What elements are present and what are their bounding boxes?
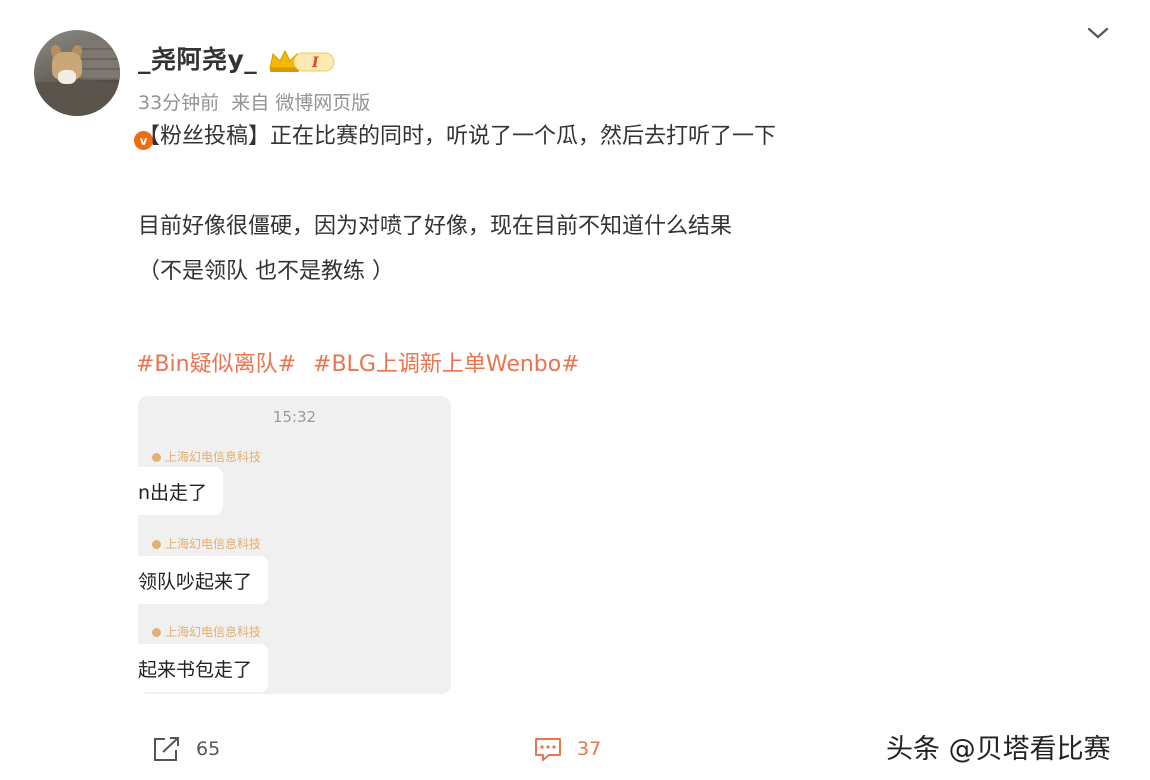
repost-count: 65 — [196, 738, 221, 760]
avatar-stairs — [80, 40, 120, 80]
post-meta: 33分钟前 来自 微博网页版 — [138, 88, 376, 115]
hashtag-row: #Bin疑似离队# #BLG上调新上单Wenbo# — [136, 346, 590, 378]
post-source: 来自 微博网页版 — [231, 92, 371, 114]
chat-timestamp: 15:32 — [272, 408, 317, 426]
sender-avatar-icon — [152, 453, 161, 462]
sender-avatar-icon — [152, 628, 161, 637]
vip-crown-badge-icon[interactable]: I — [268, 48, 336, 74]
avatar-floor — [34, 82, 120, 116]
post-image-chat-screenshot[interactable]: 15:32 上海幻电信息科技 n出走了 上海幻电信息科技 领队吵起来了 上海幻电… — [138, 396, 451, 694]
chat-bubble: n出走了 — [138, 467, 224, 515]
sender-avatar-icon — [152, 540, 161, 549]
avatar-dog-chest — [58, 70, 76, 84]
hashtag-link[interactable]: #Bin疑似离队# — [136, 352, 296, 377]
avatar[interactable]: v — [34, 30, 155, 152]
post-text-line: 【粉丝投稿】正在比赛的同时，听说了一个瓜，然后去打听了一下 — [138, 124, 777, 149]
comment-button[interactable]: 37 — [533, 734, 601, 764]
comment-icon — [535, 738, 561, 761]
watermark-text: 头条 @贝塔看比赛 — [886, 734, 1111, 765]
chevron-down-icon[interactable] — [1086, 24, 1110, 42]
post-text-line: （不是领队 也不是教练 ） — [138, 259, 394, 284]
hashtag-link[interactable]: #BLG上调新上单Wenbo# — [313, 352, 580, 377]
vip-level: I — [311, 55, 319, 71]
repost-icon — [154, 737, 179, 761]
post-time-link[interactable]: 33分钟前 — [138, 92, 219, 114]
avatar-photo — [34, 30, 120, 116]
chat-bubble: 领队吵起来了 — [138, 556, 269, 604]
chat-sender-label: 上海幻电信息科技 — [152, 448, 261, 465]
chat-bubble: 起来书包走了 — [138, 644, 269, 692]
comment-count: 37 — [577, 738, 602, 760]
post-text-line: 目前好像很僵硬，因为对喷了好像，现在目前不知道什么结果 — [138, 214, 733, 239]
repost-button[interactable]: 65 — [152, 734, 220, 764]
chat-sender-label: 上海幻电信息科技 — [152, 535, 261, 552]
username-link[interactable]: _尧阿尧y_ — [138, 40, 257, 76]
chat-sender-label: 上海幻电信息科技 — [152, 623, 261, 640]
